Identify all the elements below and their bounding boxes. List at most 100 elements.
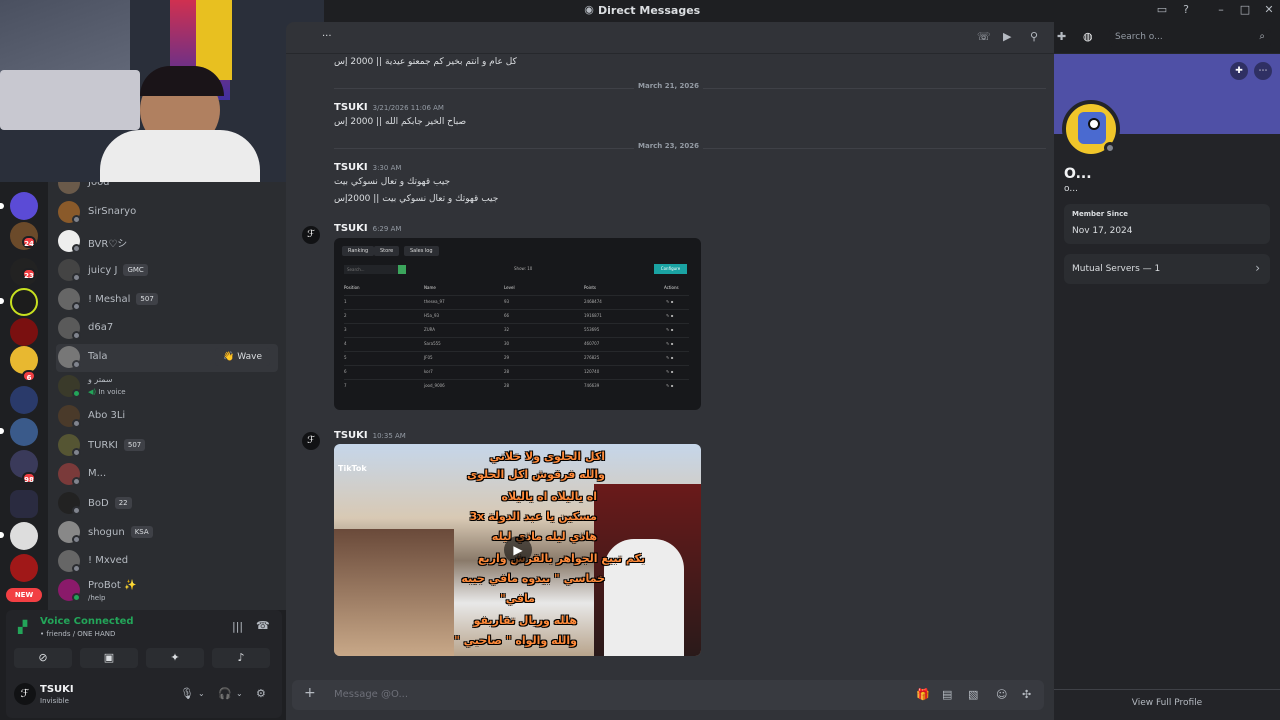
image-attachment[interactable]: Ranking Store Sales log Search... Show: …	[334, 238, 701, 410]
search-input[interactable]: Search o... ⌕	[1109, 29, 1271, 47]
message-input[interactable]: + Message @O... 🎁 ▤ ▧ ☺ ✣	[292, 680, 1044, 710]
clan-tag: 507	[123, 439, 146, 451]
author-name[interactable]: TSUKI	[334, 102, 368, 113]
screen-share-button[interactable]: ▣	[80, 648, 138, 668]
dm-item[interactable]: SirSnaryo	[56, 199, 278, 227]
author-name[interactable]: TSUKI	[334, 430, 368, 441]
profile-display-name[interactable]: O...	[1064, 166, 1092, 182]
voice-channel[interactable]: • friends / ONE HAND	[40, 630, 115, 638]
message-text: صباح الخير جابكم الله || 2000 إس	[334, 117, 467, 127]
noise-suppression-icon[interactable]: |||	[232, 620, 243, 633]
microphone-icon[interactable]: 🎙	[180, 687, 194, 700]
add-friend-icon[interactable]: ✚	[1230, 62, 1248, 80]
author-name[interactable]: TSUKI	[334, 223, 368, 234]
server-icon[interactable]	[10, 522, 38, 550]
webcam-shirt	[100, 130, 260, 182]
dm-item[interactable]: M...	[56, 461, 278, 489]
dm-name: ! Mxved	[88, 555, 129, 566]
chevron-down-icon[interactable]: ⌄	[236, 689, 243, 698]
avatar[interactable]: ℱ	[302, 432, 320, 450]
view-full-profile-button[interactable]: View Full Profile	[1054, 698, 1280, 708]
user-profile-icon[interactable]: ◍	[1083, 30, 1093, 43]
search-icon: ⌕	[1259, 31, 1265, 42]
dm-item[interactable]: BVR♡シ	[56, 228, 278, 256]
gear-icon[interactable]: ⚙	[256, 687, 266, 700]
activities-button[interactable]: ✦	[146, 648, 204, 668]
edit-delete-icons: ✎ ▪	[666, 341, 674, 346]
add-attachment-icon[interactable]: +	[304, 685, 316, 701]
help-icon[interactable]: ?	[1179, 3, 1193, 17]
message-author[interactable]: TSUKI 6:29 AM	[334, 223, 401, 234]
server-icon[interactable]	[10, 318, 38, 346]
dm-item[interactable]: shogun KSA	[56, 519, 278, 547]
message-author[interactable]: TSUKI 3:30 AM	[334, 162, 401, 173]
camera-off-button[interactable]: ⊘	[14, 648, 72, 668]
voice-status[interactable]: Voice Connected	[40, 616, 134, 627]
server-icon[interactable]	[10, 192, 38, 220]
video-caption: والله فرقوش اكل الحلوى	[467, 468, 605, 481]
minimize-icon[interactable]: –	[1214, 3, 1228, 17]
dm-name: Tala	[88, 351, 108, 362]
dm-item[interactable]: juicy J GMC	[56, 257, 278, 285]
video-caption: اه ياليلاه اه ياليلاه	[501, 490, 597, 503]
message-author[interactable]: TSUKI 10:35 AM	[334, 430, 406, 441]
author-name[interactable]: TSUKI	[334, 162, 368, 173]
webcam-bed	[0, 70, 140, 130]
divider	[1054, 689, 1280, 690]
headphones-icon[interactable]: 🎧	[218, 687, 232, 700]
dm-item[interactable]: BoD 22	[56, 490, 278, 518]
dm-item[interactable]: ProBot ✨ /help	[56, 577, 278, 605]
table-row: 1 thesea_97 93 2468474 ✎ ▪	[344, 295, 689, 307]
emoji-icon[interactable]: ☺	[996, 688, 1007, 701]
dm-item[interactable]: Abo 3Li	[56, 403, 278, 431]
server-icon[interactable]	[10, 386, 38, 414]
table-row: 3 ZURA 32 553695 ✎ ▪	[344, 323, 689, 335]
dm-item[interactable]: TURKI 507	[56, 432, 278, 460]
dm-name: ! Meshal	[88, 294, 131, 305]
inbox-icon[interactable]: ▭	[1155, 3, 1169, 17]
user-name[interactable]: TSUKI	[40, 684, 74, 695]
dm-item[interactable]: ! Mxved	[56, 548, 278, 576]
status-indicator	[72, 389, 81, 398]
dm-item[interactable]: Tala 👋 Wave	[56, 344, 278, 372]
dm-item[interactable]: d6a7	[56, 315, 278, 343]
close-icon[interactable]: ✕	[1262, 3, 1276, 17]
new-badge[interactable]: NEW	[6, 588, 42, 602]
video-icon[interactable]: ▶	[1003, 30, 1011, 43]
dm-item[interactable]: ! Meshal 507	[56, 286, 278, 314]
soundboard-button[interactable]: ♪	[212, 648, 270, 668]
tab-ranking: Ranking	[342, 246, 375, 256]
message-author[interactable]: TSUKI 3/21/2026 11:06 AM	[334, 102, 444, 113]
column-header: Position	[344, 285, 360, 290]
clan-tag: 22	[114, 497, 132, 509]
dm-item[interactable]: سمتر و ◀) In voice	[56, 373, 278, 401]
server-icon[interactable]	[10, 554, 38, 582]
phone-icon[interactable]: ☏	[977, 30, 991, 43]
table-row: 5 JF05 29 276825 ✎ ▪	[344, 351, 689, 363]
avatar[interactable]: ℱ	[14, 683, 36, 705]
play-icon[interactable]: ▶	[504, 536, 532, 564]
table-row: 7 jood_9006 28 746639 ✎ ▪	[344, 379, 689, 391]
video-attachment[interactable]: TikTok اكل الحلوى ولا خلاني والله فرقوش …	[334, 444, 701, 656]
voice-icon: ◀)	[88, 388, 97, 396]
server-icon[interactable]	[10, 346, 38, 374]
server-icon[interactable]	[10, 418, 38, 446]
pin-icon[interactable]: ⚲	[1030, 30, 1038, 43]
sticker-icon[interactable]: ▧	[968, 688, 978, 701]
gift-icon[interactable]: 🎁	[916, 688, 930, 701]
search-field: Search...	[344, 265, 402, 274]
wave-button[interactable]: 👋 Wave	[215, 348, 270, 366]
add-friend-icon[interactable]: ✚	[1057, 30, 1066, 43]
server-icon[interactable]	[10, 288, 38, 316]
gif-icon[interactable]: ▤	[942, 688, 952, 701]
maximize-icon[interactable]: □	[1238, 3, 1252, 17]
chevron-down-icon[interactable]: ⌄	[198, 689, 205, 698]
folder-icon[interactable]	[10, 490, 38, 518]
more-icon[interactable]: ⋯	[1254, 62, 1272, 80]
status-indicator	[72, 273, 81, 282]
avatar[interactable]: ℱ	[302, 226, 320, 244]
disconnect-icon[interactable]: ☎	[256, 619, 270, 632]
date-label: March 23, 2026	[634, 142, 704, 150]
apps-icon[interactable]: ✣	[1022, 688, 1031, 701]
mutual-servers-button[interactable]: Mutual Servers — 1 ›	[1064, 254, 1270, 284]
